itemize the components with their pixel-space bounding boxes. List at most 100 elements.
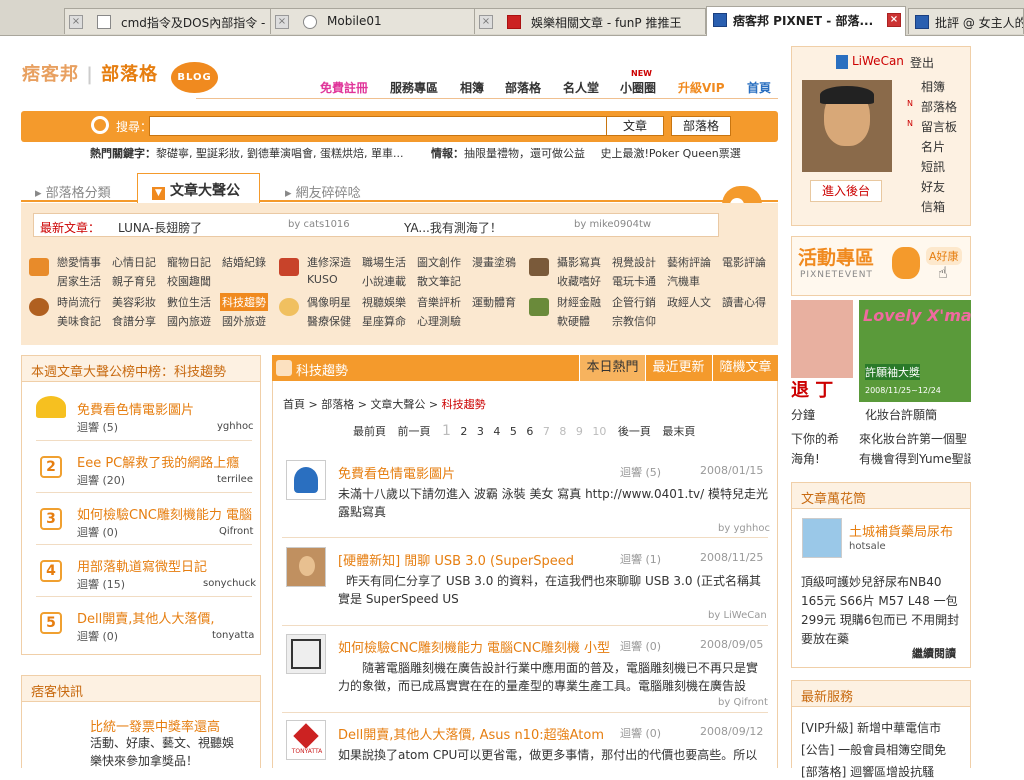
category-link[interactable]: 美容彩妝 [112,294,156,310]
latest-item[interactable]: YA...我有測海了！ [404,219,502,236]
nav-service[interactable]: 服務專區 [390,79,438,96]
category-link[interactable]: 收藏嗜好 [557,273,601,289]
nav-home[interactable]: 首頁 [747,79,771,96]
post-author[interactable]: by yghhoc [718,523,770,534]
search-input[interactable] [149,116,619,136]
post-title[interactable]: [硬體新知] 閒聊 USB 3.0 (SuperSpeed [338,550,574,569]
latest-item[interactable]: LUNA-長翅膀了 [118,219,202,236]
close-icon[interactable]: × [479,15,493,29]
article-author[interactable]: hotsale [849,541,886,552]
info-link[interactable]: 抽限量禮物，還可做公益 [464,147,585,160]
category-link[interactable]: 國內旅遊 [167,313,211,329]
category-link[interactable]: 視覺設計 [612,254,656,270]
category-link[interactable]: 運動體育 [472,294,516,310]
ranking-title[interactable]: Dell開賣,其他人大落價, [77,608,215,627]
page-next[interactable]: 後一頁 [618,425,651,438]
site-logo[interactable]: 痞客邦 | 部落格 BLOG [22,60,218,93]
user-name[interactable]: LiWeCan [852,54,904,68]
category-link[interactable]: 國外旅遊 [222,313,266,329]
ranking-title[interactable]: 用部落軌道寫微型日記 [77,556,207,575]
category-link[interactable]: 職場生活 [362,254,406,270]
category-link[interactable]: 散文筆記 [417,273,461,289]
browser-tab[interactable]: 批評 @ 女主人的 [908,8,1024,34]
category-link[interactable]: 星座算命 [362,313,406,329]
page-first[interactable]: 最前頁 [353,425,386,438]
close-icon[interactable]: × [887,13,901,27]
promo-right[interactable]: Lovely X'mas 許願袖大獎 2008/11/25~12/24 化妝台許… [859,300,971,470]
category-link[interactable]: 心理測驗 [417,313,461,329]
category-link[interactable]: 寵物日記 [167,254,211,270]
close-icon[interactable]: × [69,15,83,29]
browser-tab[interactable]: × Mobile01 [270,8,496,34]
user-link-blog[interactable]: 部落格 [921,98,957,115]
page-number[interactable]: 6 [526,425,533,438]
post-title[interactable]: 如何檢驗CNC雕刻機能力 電腦CNC雕刻機 小型 [338,637,610,656]
post-author[interactable]: by LiWeCan [708,610,767,621]
page-number[interactable]: 4 [493,425,500,438]
category-link[interactable]: 軟硬體 [557,313,590,329]
category-link[interactable]: 汽機車 [667,273,700,289]
category-link[interactable]: 親子育兒 [112,273,156,289]
category-link[interactable]: 校園趣聞 [167,273,211,289]
category-link[interactable]: 電影評論 [722,254,766,270]
category-link[interactable]: 心情日記 [112,254,156,270]
nav-register[interactable]: 免費註冊 [320,79,368,96]
browser-tab[interactable]: × cmd指令及DOS內部指令 - ... [64,8,294,34]
info-link-2[interactable]: 史上最激!Poker Queen票選 [600,147,740,160]
service-item[interactable]: [VIP升級] 新增中華電信市 [801,719,941,736]
ranking-author[interactable]: sonychuck [203,578,256,589]
category-link[interactable]: 圖文創作 [417,254,461,270]
user-link-message[interactable]: 短訊 [921,158,945,175]
tab-today-hot[interactable]: 本日熱門 [579,355,645,381]
ranking-author[interactable]: terrilee [217,474,253,485]
category-link[interactable]: 結婚紀錄 [222,254,266,270]
browser-tab-active[interactable]: 痞客邦 PIXNET - 部落... × [706,6,906,36]
logout-link[interactable]: 登出 [910,54,934,71]
category-link[interactable]: KUSO [307,273,338,286]
page-number[interactable]: 2 [460,425,467,438]
page-last[interactable]: 最末頁 [662,425,695,438]
category-link-active[interactable]: 科技趨勢 [220,293,268,311]
category-link[interactable]: 偶像明星 [307,294,351,310]
service-item[interactable]: [公告] 一般會員相簿空間免 [801,741,946,758]
tab-recent[interactable]: 最近更新 [645,355,711,381]
event-banner[interactable]: 活動專區 PIXNETEVENT A好康 ☝ [791,236,971,296]
page-number[interactable]: 7 [543,425,550,438]
category-link[interactable]: 居家生活 [57,273,101,289]
user-link-friends[interactable]: 好友 [921,178,945,195]
post-title[interactable]: Dell開賣,其他人大落價, Asus n10:超強Atom [338,724,604,743]
user-link-card[interactable]: 名片 [921,138,945,155]
page-prev[interactable]: 前一頁 [398,425,431,438]
category-link[interactable]: 時尚流行 [57,294,101,310]
ranking-author[interactable]: tonyatta [212,630,254,641]
category-link[interactable]: 漫畫塗鴉 [472,254,516,270]
user-link-mailbox[interactable]: 信箱 [921,198,945,215]
read-more-link[interactable]: 繼續閱讀 [912,645,956,661]
page-number[interactable]: 9 [576,425,583,438]
page-number[interactable]: 8 [559,425,566,438]
category-link[interactable]: 藝術評論 [667,254,711,270]
post-thumbnail[interactable] [286,460,326,500]
tab-blog-category[interactable]: ▸ 部落格分類 [21,179,136,202]
category-link[interactable]: 政經人文 [667,294,711,310]
browser-tab[interactable]: × 娛樂相關文章 - funP 推推王 [474,8,706,34]
ranking-title[interactable]: Eee PC解救了我的網路上癮 [77,452,239,471]
promo-left[interactable]: 退 丁 分鐘 下你的希 海角! [791,300,853,470]
article-thumbnail[interactable] [802,518,842,558]
category-link[interactable]: 宗教信仰 [612,313,656,329]
post-thumbnail[interactable]: TONYATTA [286,720,326,760]
page-number[interactable]: 3 [477,425,484,438]
post-thumbnail[interactable] [286,547,326,587]
category-link[interactable]: 讀書心得 [722,294,766,310]
category-link[interactable]: 醫療保健 [307,313,351,329]
post-title[interactable]: 免費看色情電影圖片 [338,463,455,482]
page-number[interactable]: 10 [592,425,606,438]
user-link-guestbook[interactable]: 留言板 [921,118,957,135]
ranking-author[interactable]: yghhoc [217,421,254,432]
tab-chatter[interactable]: ▸ 網友碎碎唸 [271,179,391,202]
nav-circle[interactable]: 小圈圈 [620,79,656,96]
close-icon[interactable]: × [275,15,289,29]
category-link[interactable]: 進修深造 [307,254,351,270]
search-blog-button[interactable]: 部落格 [671,116,731,136]
ranking-title[interactable]: 如何檢驗CNC雕刻機能力 電腦 [77,504,252,523]
